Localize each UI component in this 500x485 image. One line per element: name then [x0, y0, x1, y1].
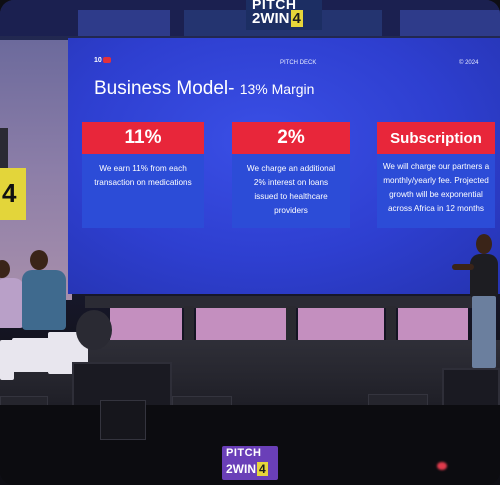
card-body: We earn 11% from each transaction on med…: [94, 164, 192, 187]
presenter-shirt: [470, 254, 498, 298]
wall-strip: [0, 128, 8, 168]
panelist-body: [22, 270, 66, 330]
card-head: 11%: [82, 122, 204, 154]
banner-panel: [400, 10, 500, 36]
card-transaction-fee: 11% We earn 11% from each transaction on…: [82, 122, 204, 228]
audience-light: [437, 462, 447, 470]
card-head: Subscription: [377, 122, 495, 154]
panelist-head: [30, 250, 48, 270]
card-head: 2%: [232, 122, 350, 154]
slide-title: Business Model- 13% Margin: [94, 78, 315, 99]
presenter-arm: [452, 264, 474, 270]
screen-truss: [85, 296, 480, 308]
wall-yellow-sign: 4: [0, 168, 26, 220]
card-body: We charge an additional 2% interest on l…: [246, 164, 336, 215]
panelist-body: [0, 278, 24, 328]
stage-panel: [298, 308, 384, 340]
banner-panel: [78, 10, 170, 36]
slide-deck-label: PITCH DECK: [280, 60, 317, 66]
presenter-head: [476, 234, 492, 254]
wall-sign-letter: 4: [2, 178, 17, 208]
chair: [12, 338, 50, 372]
event-photo: PITCH 2WIN 4 4 10 PITCH DECK © 2024 Busin…: [0, 0, 500, 485]
top-logo-four: 4: [290, 10, 303, 27]
slide-title-suffix: 13% Margin: [239, 81, 315, 97]
top-logo-line2: 2WIN 4: [252, 10, 303, 27]
stage-panel: [398, 308, 468, 340]
top-pitch2win-logo: PITCH 2WIN 4: [246, 0, 322, 30]
card-subscription: Subscription We will charge our partners…: [377, 122, 495, 228]
card-body: We will charge our partners a monthly/ye…: [382, 162, 490, 213]
slide-brand: 10: [94, 57, 111, 64]
stage-panel: [110, 308, 182, 340]
truss-leg: [286, 306, 296, 342]
truss-leg: [184, 306, 194, 342]
card-loan-interest: 2% We charge an additional 2% interest o…: [232, 122, 350, 228]
bottom-logo-four: 4: [257, 462, 268, 476]
slide-year: © 2024: [459, 60, 479, 66]
bottom-pitch2win-logo: PITCH 2WIN 4: [222, 446, 278, 480]
monitor-stand: [100, 400, 146, 440]
top-banner: PITCH 2WIN 4: [0, 0, 500, 36]
stage-light-body: [76, 310, 112, 350]
bottom-logo-line2: 2WIN 4: [226, 462, 268, 476]
stage-panel: [196, 308, 286, 340]
brand-mark-icon: [102, 57, 111, 64]
presenter-jeans: [472, 296, 496, 368]
bottom-logo-line1: PITCH: [226, 447, 262, 459]
projection-screen: 10 PITCH DECK © 2024 Business Model- 13%…: [68, 38, 500, 294]
truss-leg: [386, 306, 396, 342]
